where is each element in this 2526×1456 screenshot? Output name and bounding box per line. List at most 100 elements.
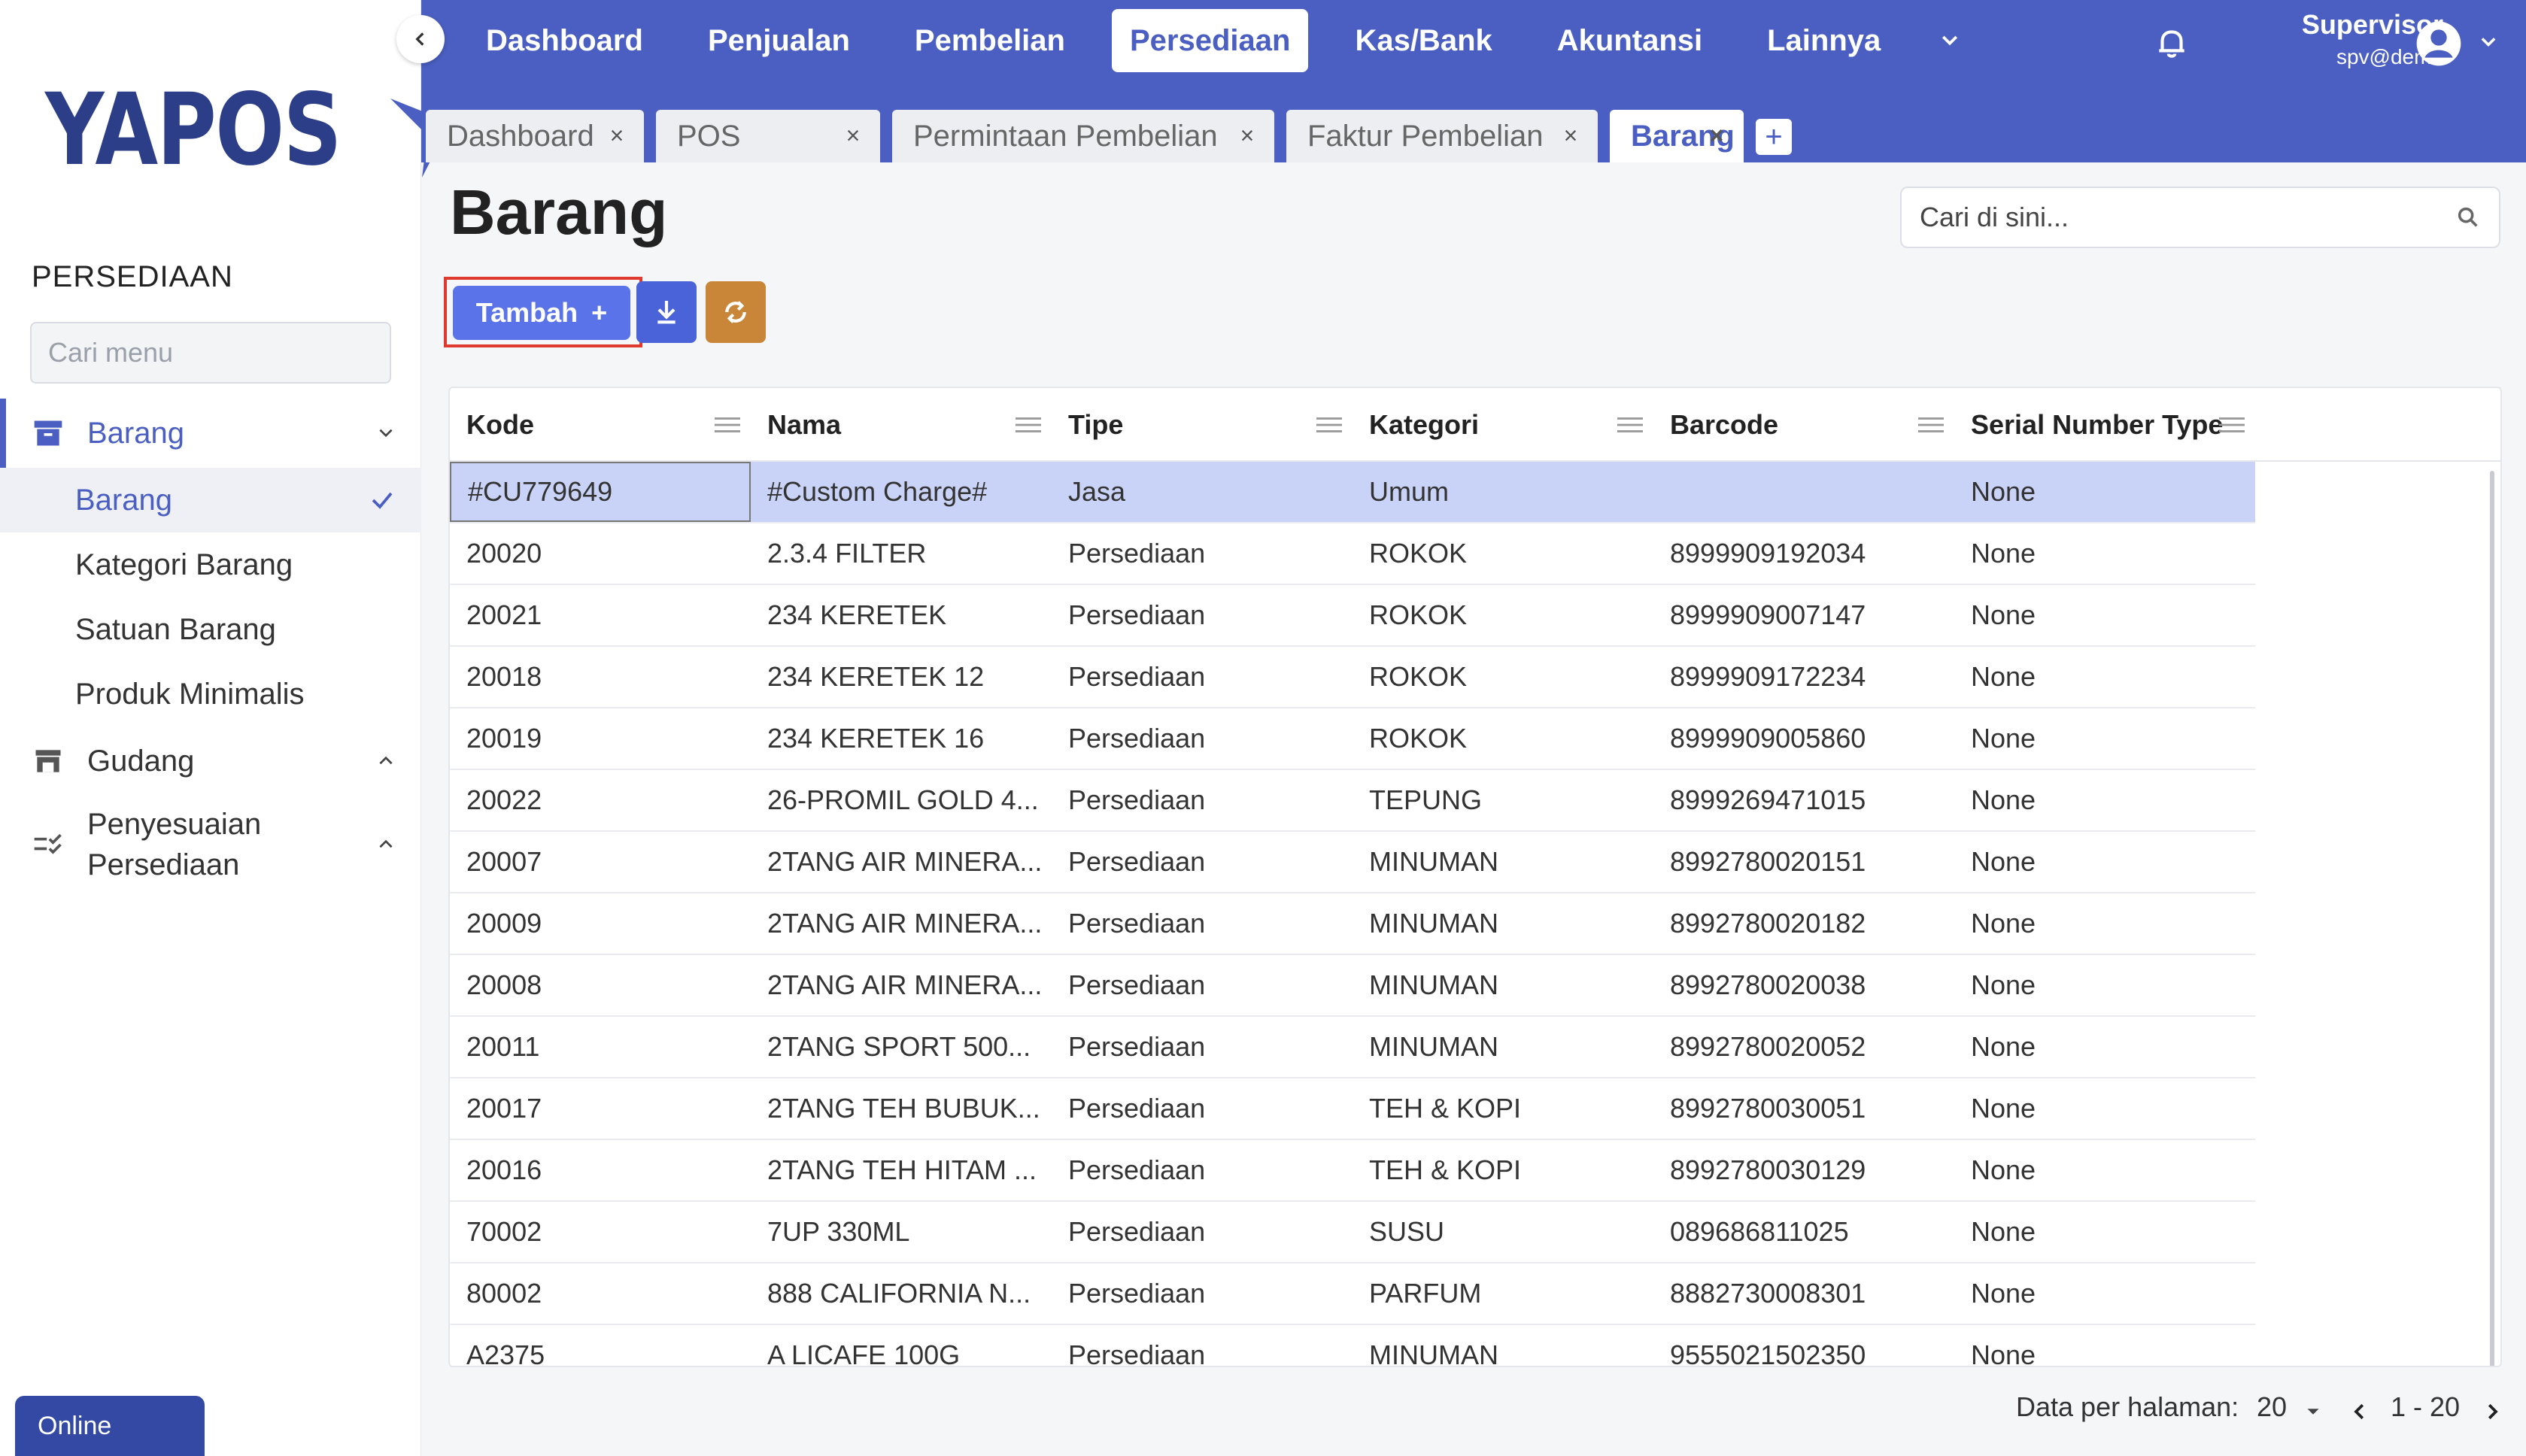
table-cell[interactable]: PARFUM <box>1353 1263 1653 1324</box>
add-tab-button[interactable]: + <box>1756 119 1792 155</box>
chevron-up-icon[interactable] <box>376 835 396 854</box>
table-cell[interactable]: TEH & KOPI <box>1353 1078 1653 1139</box>
table-cell[interactable]: 234 KERETEK 16 <box>751 708 1052 769</box>
table-cell[interactable]: 2TANG AIR MINERA... <box>751 893 1052 954</box>
table-cell[interactable]: 234 KERETEK 12 <box>751 647 1052 707</box>
table-cell[interactable]: None <box>1954 893 2255 954</box>
table-row[interactable]: 20020 2.3.4 FILTER Persediaan ROKOK 89999091… <box>450 523 2255 585</box>
table-cell[interactable]: Persediaan <box>1052 708 1353 769</box>
column-header-kategori[interactable]: Kategori <box>1353 388 1653 462</box>
column-header-tipe[interactable]: Tipe <box>1052 388 1353 462</box>
table-cell[interactable]: 20009 <box>450 893 751 954</box>
table-cell[interactable]: MINUMAN <box>1353 832 1653 892</box>
close-icon[interactable]: × <box>1234 122 1261 149</box>
sidebar-item-produk-minimalis[interactable]: Produk Minimalis <box>0 662 421 726</box>
table-cell[interactable]: Persediaan <box>1052 1263 1353 1324</box>
table-cell[interactable]: 26-PROMIL GOLD 4... <box>751 770 1052 830</box>
column-menu-icon[interactable] <box>1016 417 1041 433</box>
close-icon[interactable]: × <box>1557 122 1584 149</box>
add-button[interactable]: Tambah + <box>453 286 630 340</box>
table-cell[interactable]: 8999909172234 <box>1653 647 1954 707</box>
topnav-lainnya[interactable]: Lainnya <box>1749 9 1899 72</box>
table-cell[interactable]: A2375 <box>450 1325 751 1366</box>
table-cell[interactable]: #CU779649 <box>450 462 751 522</box>
table-row[interactable]: 20009 2TANG AIR MINERA... Persediaan MINUMA… <box>450 893 2255 955</box>
table-cell[interactable]: 9555021502350 <box>1653 1325 1954 1366</box>
sidebar-group-barang[interactable]: Barang <box>0 399 421 468</box>
sidebar-item-satuan-barang[interactable]: Satuan Barang <box>0 597 421 662</box>
table-cell[interactable]: Persediaan <box>1052 1140 1353 1200</box>
table-cell[interactable]: 2TANG SPORT 500... <box>751 1017 1052 1077</box>
table-cell[interactable]: 20016 <box>450 1140 751 1200</box>
table-cell[interactable]: TEH & KOPI <box>1353 1140 1653 1200</box>
column-menu-icon[interactable] <box>1918 417 1944 433</box>
table-cell[interactable]: None <box>1954 1140 2255 1200</box>
table-cell[interactable]: A LICAFE 100G <box>751 1325 1052 1366</box>
column-header-barcode[interactable]: Barcode <box>1653 388 1954 462</box>
table-cell[interactable]: Persediaan <box>1052 1017 1353 1077</box>
topnav-dashboard[interactable]: Dashboard <box>468 9 661 72</box>
table-row[interactable]: #CU779649 #Custom Charge# Jasa Umum None <box>450 462 2255 523</box>
table-row[interactable]: 20008 2TANG AIR MINERA... Persediaan MINUMA… <box>450 955 2255 1017</box>
table-cell[interactable]: None <box>1954 462 2255 522</box>
table-cell[interactable]: 2TANG TEH HITAM ... <box>751 1140 1052 1200</box>
table-row[interactable]: 20022 26-PROMIL GOLD 4... Persediaan TEPUNG… <box>450 770 2255 832</box>
sidebar-item-kategori-barang[interactable]: Kategori Barang <box>0 532 421 597</box>
sidebar-collapse-button[interactable] <box>396 15 445 63</box>
topnav-pembelian[interactable]: Pembelian <box>897 9 1083 72</box>
column-header-serial-number-type[interactable]: Serial Number Type <box>1954 388 2255 462</box>
table-cell[interactable]: 8992780030129 <box>1653 1140 1954 1200</box>
close-icon[interactable]: × <box>1703 122 1730 149</box>
table-cell[interactable]: Persediaan <box>1052 523 1353 584</box>
table-cell[interactable]: Persediaan <box>1052 647 1353 707</box>
table-cell[interactable]: 20021 <box>450 585 751 645</box>
search-icon[interactable] <box>2455 205 2481 230</box>
table-cell[interactable]: 20007 <box>450 832 751 892</box>
chevron-right-icon[interactable] <box>2481 1400 2503 1423</box>
table-cell[interactable]: 2TANG TEH BUBUK... <box>751 1078 1052 1139</box>
table-cell[interactable]: Persediaan <box>1052 1325 1353 1366</box>
table-cell[interactable]: 888 CALIFORNIA N... <box>751 1263 1052 1324</box>
table-cell[interactable]: None <box>1954 1263 2255 1324</box>
table-row[interactable]: 20019 234 KERETEK 16 Persediaan ROKOK 899990… <box>450 708 2255 770</box>
table-cell[interactable]: 20018 <box>450 647 751 707</box>
tab-pos[interactable]: POS × <box>656 110 880 162</box>
table-cell[interactable]: 20019 <box>450 708 751 769</box>
table-cell[interactable]: Persediaan <box>1052 1078 1353 1139</box>
table-cell[interactable]: Persediaan <box>1052 1202 1353 1262</box>
table-cell[interactable]: ROKOK <box>1353 523 1653 584</box>
menu-search-input[interactable] <box>48 337 398 369</box>
search-input[interactable] <box>1920 202 2455 233</box>
table-row[interactable]: 70002 7UP 330ML Persediaan SUSU 089686811025… <box>450 1202 2255 1263</box>
table-cell[interactable]: 2TANG AIR MINERA... <box>751 955 1052 1015</box>
sidebar-item-barang[interactable]: Barang <box>0 468 421 532</box>
table-cell[interactable]: 2.3.4 FILTER <box>751 523 1052 584</box>
table-cell[interactable] <box>1653 462 1954 522</box>
table-cell[interactable]: Jasa <box>1052 462 1353 522</box>
table-cell[interactable]: 20008 <box>450 955 751 1015</box>
table-cell[interactable]: None <box>1954 647 2255 707</box>
table-row[interactable]: 20021 234 KERETEK Persediaan ROKOK 899990900… <box>450 585 2255 647</box>
table-cell[interactable]: None <box>1954 770 2255 830</box>
table-cell[interactable]: 089686811025 <box>1653 1202 1954 1262</box>
table-cell[interactable]: SUSU <box>1353 1202 1653 1262</box>
table-cell[interactable]: ROKOK <box>1353 708 1653 769</box>
table-cell[interactable]: None <box>1954 1325 2255 1366</box>
table-cell[interactable]: 2TANG AIR MINERA... <box>751 832 1052 892</box>
table-cell[interactable]: None <box>1954 955 2255 1015</box>
table-cell[interactable]: MINUMAN <box>1353 893 1653 954</box>
topnav-akuntansi[interactable]: Akuntansi <box>1539 9 1720 72</box>
tab-permintaan-pembelian[interactable]: Permintaan Pembelian × <box>892 110 1274 162</box>
dropdown-arrow-icon[interactable] <box>2302 1400 2324 1423</box>
table-cell[interactable]: 8992780020151 <box>1653 832 1954 892</box>
table-row[interactable]: A2375 A LICAFE 100G Persediaan MINUMAN 95550… <box>450 1325 2255 1366</box>
table-cell[interactable]: None <box>1954 1078 2255 1139</box>
table-row[interactable]: 20011 2TANG SPORT 500... Persediaan MINUMAN… <box>450 1017 2255 1078</box>
column-menu-icon[interactable] <box>1617 417 1643 433</box>
table-cell[interactable]: Persediaan <box>1052 770 1353 830</box>
table-cell[interactable]: 20011 <box>450 1017 751 1077</box>
sidebar-group-penyesuaian-persediaan[interactable]: Penyesuaian Persediaan <box>0 796 421 893</box>
table-cell[interactable]: 234 KERETEK <box>751 585 1052 645</box>
table-cell[interactable]: 20022 <box>450 770 751 830</box>
column-menu-icon[interactable] <box>2219 417 2245 433</box>
